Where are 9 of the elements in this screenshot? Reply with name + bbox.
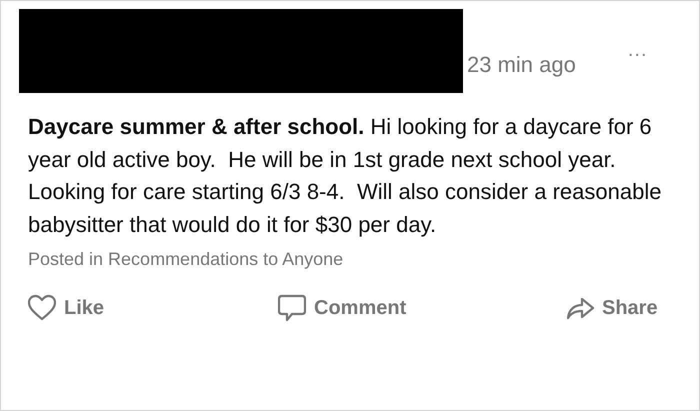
heart-icon — [28, 294, 56, 322]
speech-bubble-icon — [278, 294, 306, 322]
more-button[interactable]: ... — [628, 39, 648, 62]
posted-in-text: Posted in Recommendations to Anyone — [28, 249, 344, 270]
like-button[interactable]: Like — [28, 294, 278, 322]
share-button[interactable]: Share — [566, 294, 658, 322]
timestamp: 23 min ago — [467, 52, 576, 78]
post-text: Daycare summer & after school. Hi looking for a daycare for 6 year old active boy. He will be in 1st grade next school year. Looking for care starting 6/3 8-4. Will also consider a reasonable babysitter that would do it for $30 per day. — [28, 113, 662, 239]
comment-button[interactable]: Comment — [278, 294, 566, 322]
